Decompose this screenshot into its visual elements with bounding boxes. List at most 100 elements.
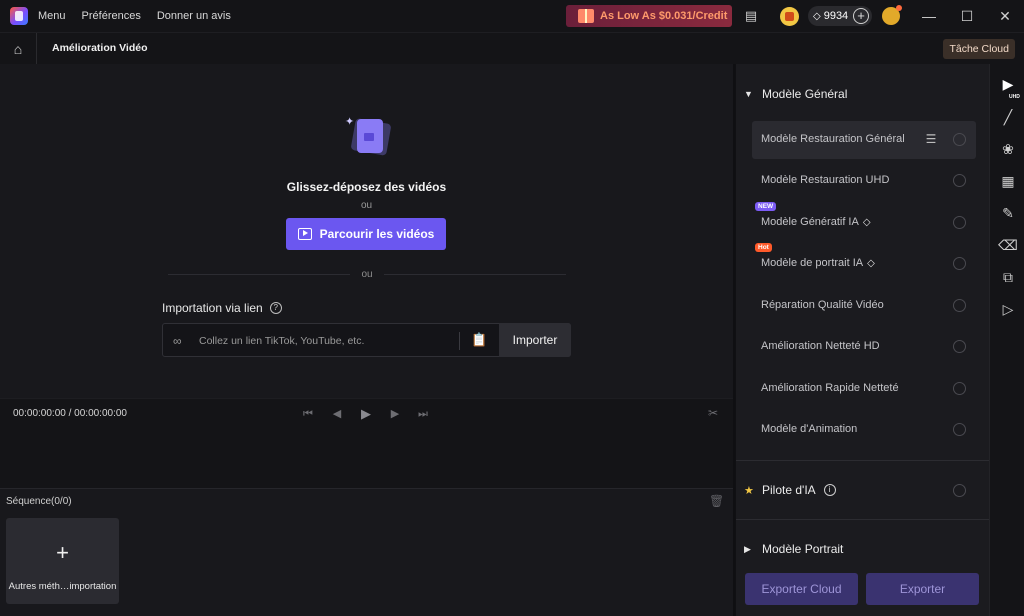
play-icon[interactable]: ▶ xyxy=(359,406,373,422)
model-radio[interactable] xyxy=(953,299,966,312)
diamond-icon: ◇ xyxy=(813,10,821,22)
portrait-model-group[interactable]: ▶ Modèle Portrait xyxy=(736,534,990,564)
feedback-button[interactable]: Donner un avis xyxy=(157,10,231,22)
minimize-button[interactable]: — xyxy=(910,0,948,32)
divider xyxy=(36,33,37,65)
eraser-icon[interactable]: ⌫ xyxy=(998,235,1018,255)
sequence-panel: Séquence(0/0) 🗑 + Autres méth…importatio… xyxy=(0,488,733,616)
model-item-animation[interactable]: Modèle d'Animation xyxy=(752,411,976,449)
model-radio[interactable] xyxy=(953,133,966,146)
divider xyxy=(384,274,566,275)
model-item-restauration-uhd[interactable]: Modèle Restauration UHD xyxy=(752,162,976,200)
model-item-portrait-ia[interactable]: Hot Modèle de portrait IA ◇ xyxy=(752,243,976,283)
add-media-tile[interactable]: + Autres méth…importation xyxy=(6,518,119,604)
curve-icon[interactable]: ╱ xyxy=(998,107,1018,127)
cloud-task-button[interactable]: Tâche Cloud xyxy=(943,39,1015,59)
model-label: Modèle Restauration UHD xyxy=(761,174,890,186)
play-folder-icon xyxy=(297,228,312,240)
model-label-row: Modèle de portrait IA ◇ xyxy=(761,257,875,269)
export-bar: Exporter Cloud Exporter xyxy=(736,565,990,616)
model-item-nettete-hd[interactable]: Amélioration Netteté HD xyxy=(752,328,976,366)
add-media-label: Autres méth…importation xyxy=(8,581,117,592)
model-item-restauration-general[interactable]: Modèle Restauration Général ☰ xyxy=(752,121,976,159)
group-label: Modèle Général xyxy=(762,87,848,101)
paste-icon[interactable]: 📋 xyxy=(471,332,487,348)
general-model-group[interactable]: ▼ Modèle Général xyxy=(736,79,990,109)
skip-start-icon[interactable]: ⏮ xyxy=(301,406,315,422)
drop-or-text: ou xyxy=(360,200,373,211)
model-item-reparation-qualite[interactable]: Réparation Qualité Vidéo xyxy=(752,287,976,325)
close-button[interactable]: ✕ xyxy=(986,0,1024,32)
step-forward-icon[interactable]: ▶ xyxy=(388,406,402,422)
export-button[interactable]: Exporter xyxy=(866,573,979,605)
model-item-rapide-nettete[interactable]: Amélioration Rapide Netteté xyxy=(752,370,976,408)
import-button[interactable]: Importer xyxy=(499,323,571,357)
divider xyxy=(736,519,990,520)
divider xyxy=(168,274,350,275)
browse-videos-label: Parcourir les vidéos xyxy=(319,227,435,241)
divider xyxy=(459,332,460,350)
model-panel: ▼ Modèle Général Modèle Restauration Gén… xyxy=(735,64,990,616)
gift-coin-icon[interactable] xyxy=(780,7,799,26)
video-add-icon[interactable]: ▷ xyxy=(998,299,1018,319)
chevron-down-icon: ▼ xyxy=(744,89,753,99)
model-item-generatif-ia[interactable]: NEW Modèle Génératif IA ◇ xyxy=(752,202,976,242)
sparkle-icon: ✦ xyxy=(345,116,355,128)
hot-badge: Hot xyxy=(755,243,772,252)
title-bar: Menu Préférences Donner un avis As Low A… xyxy=(0,0,1024,32)
drop-zone[interactable]: ✦ Glissez-déposez des vidéos ou Parcouri… xyxy=(0,64,733,398)
message-icon[interactable]: ▤ xyxy=(743,8,759,24)
preferences-button[interactable]: Préférences xyxy=(82,10,141,22)
import-link-label: Importation via lien xyxy=(162,301,263,315)
link-input[interactable] xyxy=(199,332,449,350)
model-label: Amélioration Netteté HD xyxy=(761,340,880,352)
credits-balance[interactable]: ◇ 9934 + xyxy=(808,6,872,26)
video-enhance-uhd-icon[interactable]: ▶ UHD xyxy=(998,74,1020,100)
ai-pilot-group[interactable]: ★ Pilote d'IA i xyxy=(736,475,990,505)
user-avatar-icon[interactable] xyxy=(882,5,902,25)
model-label-row: Modèle Génératif IA ◇ xyxy=(761,216,871,228)
trash-icon[interactable]: 🗑 xyxy=(709,494,724,508)
diamond-icon: ◇ xyxy=(867,258,875,269)
sliders-icon[interactable]: ☰ xyxy=(924,132,938,146)
toolbar: ⌂ Amélioration Vidéo Tâche Cloud xyxy=(0,32,1024,65)
link-import-box: ∞ 📋 Importer xyxy=(162,323,571,357)
edit-icon[interactable]: ✎ xyxy=(998,203,1018,223)
model-radio[interactable] xyxy=(953,216,966,229)
model-radio[interactable] xyxy=(953,423,966,436)
model-label: Modèle Restauration Général xyxy=(761,133,905,145)
maximize-button[interactable]: ☐ xyxy=(948,0,986,32)
add-credits-button[interactable]: + xyxy=(853,8,869,24)
link-icon: ∞ xyxy=(173,334,182,348)
tool-sidebar: ▶ UHD ╱ ❀ ▦ ✎ ⌫ ⧉ ▷ xyxy=(989,64,1024,616)
plus-icon: + xyxy=(56,540,69,565)
drop-title: Glissez-déposez des vidéos xyxy=(286,180,447,194)
menu-button[interactable]: Menu xyxy=(38,10,66,22)
home-icon[interactable]: ⌂ xyxy=(10,41,26,57)
app-logo-icon xyxy=(10,7,28,25)
grid-icon[interactable]: ▦ xyxy=(998,171,1018,191)
export-cloud-button[interactable]: Exporter Cloud xyxy=(745,573,858,605)
page-title: Amélioration Vidéo xyxy=(52,42,148,54)
video-file-icon: ✦ xyxy=(345,115,392,161)
diamond-icon: ◇ xyxy=(862,217,871,228)
magic-select-icon[interactable]: ⧉ xyxy=(998,267,1018,287)
scissors-icon[interactable]: ✂ xyxy=(708,406,718,420)
browse-videos-button[interactable]: Parcourir les vidéos xyxy=(286,218,446,250)
gift-icon xyxy=(578,9,594,23)
step-back-icon[interactable]: ◀ xyxy=(330,406,344,422)
model-radio[interactable] xyxy=(953,257,966,270)
new-badge: NEW xyxy=(755,202,777,211)
palette-icon[interactable]: ❀ xyxy=(998,139,1018,159)
promo-banner[interactable]: As Low As $0.031/Credit xyxy=(566,5,732,27)
info-icon[interactable]: i xyxy=(823,484,836,496)
help-icon[interactable]: ? xyxy=(269,302,282,314)
model-radio[interactable] xyxy=(953,382,966,395)
divider-or-text: ou xyxy=(361,269,373,280)
ai-pilot-radio[interactable] xyxy=(953,483,966,497)
star-icon: ★ xyxy=(744,484,754,497)
model-radio[interactable] xyxy=(953,174,966,187)
model-radio[interactable] xyxy=(953,340,966,353)
divider xyxy=(736,460,990,461)
skip-end-icon[interactable]: ⏭ xyxy=(416,406,430,422)
